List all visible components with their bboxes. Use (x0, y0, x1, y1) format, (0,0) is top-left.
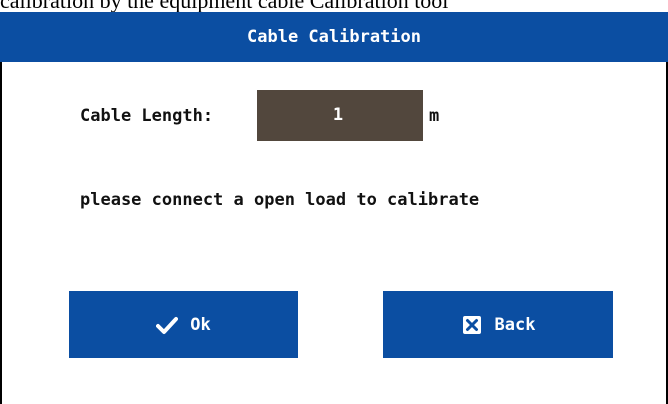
check-icon (156, 314, 179, 336)
ok-button[interactable]: Ok (69, 291, 298, 358)
calibration-instruction: please connect a open load to calibrate (80, 190, 480, 210)
dialog-title-bar: Cable Calibration (0, 12, 668, 62)
cable-length-input[interactable] (257, 90, 423, 141)
back-button-label: Back (494, 314, 536, 335)
unit-label: m (429, 106, 440, 126)
back-button[interactable]: Back (383, 291, 613, 358)
dialog-title: Cable Calibration (247, 27, 421, 47)
dialog-border-left (0, 62, 2, 404)
cable-length-label: Cable Length: (80, 106, 214, 126)
close-box-icon (461, 314, 483, 336)
ok-button-label: Ok (190, 314, 211, 335)
document-caption-fragment: calibration by the equipment cable Calib… (0, 0, 668, 12)
